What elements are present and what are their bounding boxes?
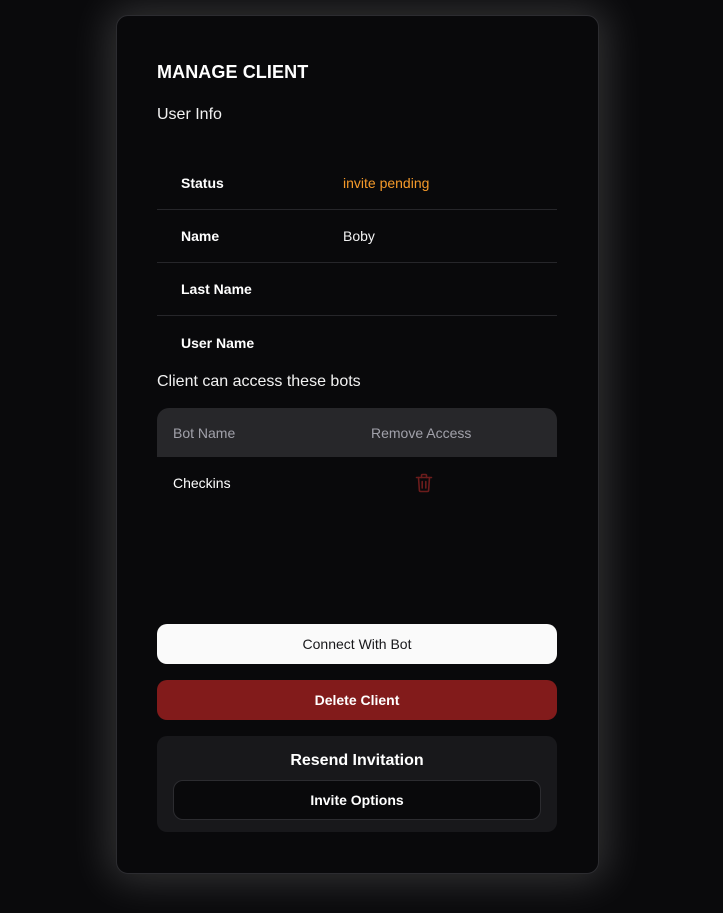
- trash-icon[interactable]: [415, 473, 433, 493]
- bot-name-cell: Checkins: [173, 475, 231, 491]
- user-info-table: Status invite pending Name Boby Last Nam…: [157, 157, 557, 369]
- resend-invitation-panel: Resend Invitation Invite Options: [157, 736, 557, 832]
- manage-client-modal: MANAGE CLIENT User Info Status invite pe…: [116, 15, 599, 874]
- last-name-label: Last Name: [181, 281, 252, 297]
- resend-invitation-title: Resend Invitation: [290, 752, 424, 769]
- invite-options-button[interactable]: Invite Options: [173, 780, 541, 820]
- status-label: Status: [181, 175, 224, 191]
- user-info-heading: User Info: [157, 106, 222, 123]
- info-row-last-name: Last Name: [157, 263, 557, 316]
- info-row-name: Name Boby: [157, 210, 557, 263]
- user-name-label: User Name: [181, 334, 255, 351]
- info-row-user-name: User Name: [157, 316, 557, 369]
- name-label: Name: [181, 228, 220, 244]
- modal-title: MANAGE CLIENT: [157, 62, 309, 82]
- bots-table-header: Bot Name Remove Access: [157, 408, 557, 457]
- name-value: Boby: [343, 228, 375, 244]
- bots-table: Bot Name Remove Access Checkins: [157, 408, 557, 509]
- connect-with-bot-button[interactable]: Connect With Bot: [157, 624, 557, 664]
- info-row-status: Status invite pending: [157, 157, 557, 210]
- table-row: Checkins: [157, 457, 557, 509]
- status-value: invite pending: [343, 175, 430, 191]
- column-header-bot-name: Bot Name: [173, 424, 236, 441]
- delete-client-button[interactable]: Delete Client: [157, 680, 557, 720]
- remove-access-button[interactable]: [371, 473, 477, 493]
- column-header-remove-access: Remove Access: [371, 424, 472, 441]
- bots-heading: Client can access these bots: [157, 373, 361, 390]
- page: MANAGE CLIENT User Info Status invite pe…: [0, 0, 723, 913]
